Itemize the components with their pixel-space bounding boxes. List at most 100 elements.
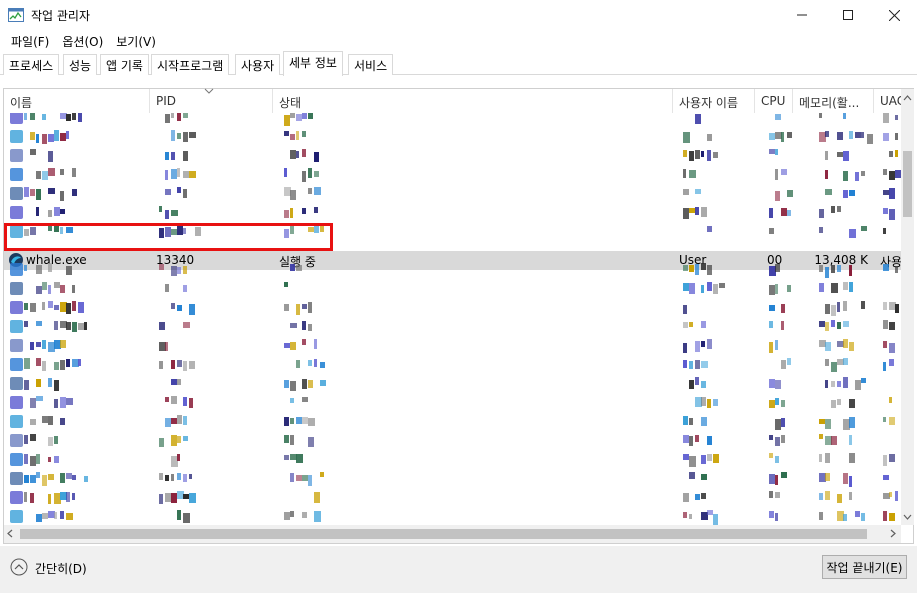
redacted-pixels [889, 151, 893, 157]
process-icon [10, 377, 23, 390]
redacted-pixels [889, 513, 895, 521]
redacted-pixels [183, 113, 188, 118]
redacted-pixels [183, 285, 187, 292]
tab-performance[interactable]: 성능 [63, 54, 98, 75]
table-row[interactable] [4, 260, 901, 279]
redacted-pixels [42, 361, 46, 371]
redacted-pixels [701, 397, 706, 406]
redacted-pixels [66, 398, 73, 405]
redacted-pixels [701, 263, 706, 270]
table-row[interactable] [4, 374, 901, 393]
column-uac[interactable]: UAC [874, 89, 901, 113]
maximize-button[interactable] [825, 0, 871, 30]
process-icon [10, 510, 23, 523]
table-row[interactable] [4, 469, 901, 488]
table-row[interactable] [4, 279, 901, 298]
table-row[interactable] [4, 355, 901, 374]
close-button[interactable] [871, 0, 917, 30]
redacted-pixels [302, 397, 308, 402]
column-username[interactable]: 사용자 이름 [673, 89, 755, 113]
redacted-pixels [171, 396, 177, 404]
tab-users[interactable]: 사용자 [235, 54, 281, 75]
redacted-pixels [48, 474, 54, 480]
redacted-pixels [707, 454, 712, 461]
redacted-pixels [849, 417, 855, 428]
redacted-pixels [843, 473, 848, 484]
redacted-pixels [831, 381, 835, 387]
tab-details[interactable]: 세부 정보 [283, 51, 343, 76]
menu-view[interactable]: 보기(V) [111, 33, 161, 50]
vertical-scrollbar[interactable] [901, 89, 914, 525]
tab-processes[interactable]: 프로세스 [3, 54, 60, 75]
redacted-pixels [159, 206, 162, 212]
table-row[interactable] [4, 146, 901, 165]
redacted-pixels [42, 340, 46, 349]
column-cpu[interactable]: CPU [755, 89, 793, 113]
redacted-pixels [60, 169, 64, 175]
tab-services[interactable]: 서비스 [348, 54, 394, 75]
tab-app-history[interactable]: 앱 기록 [100, 54, 149, 75]
collapse-up-icon[interactable] [10, 558, 28, 576]
redacted-pixels [849, 190, 855, 196]
redacted-pixels [54, 321, 58, 330]
redacted-pixels [290, 511, 294, 517]
redacted-pixels [769, 228, 774, 234]
redacted-pixels [30, 303, 36, 312]
column-memory[interactable]: 메모리(활... [793, 89, 874, 113]
table-row[interactable] [4, 317, 901, 336]
table-row[interactable] [4, 450, 901, 469]
redacted-pixels [689, 151, 694, 161]
redacted-pixels [171, 360, 175, 369]
redacted-pixels [861, 171, 865, 176]
redacted-pixels [72, 168, 76, 177]
redacted-pixels [819, 209, 824, 218]
minimize-button[interactable] [779, 0, 825, 30]
fewer-details-link[interactable]: 간단히(D) [35, 560, 87, 577]
table-row[interactable] [4, 298, 901, 317]
redacted-pixels [48, 301, 53, 308]
redacted-pixels [314, 359, 317, 367]
redacted-pixels [296, 151, 299, 158]
table-row[interactable] [4, 488, 901, 507]
redacted-pixels [843, 171, 848, 181]
table-row[interactable] [4, 203, 901, 222]
table-row[interactable] [4, 412, 901, 431]
table-row[interactable] [4, 184, 901, 203]
table-row[interactable] [4, 336, 901, 355]
redacted-pixels [701, 341, 705, 347]
bottom-bar: 간단히(D) 작업 끝내기(E) [0, 546, 917, 593]
vertical-scroll-thumb[interactable] [903, 151, 912, 217]
menu-file[interactable]: 파일(F) [6, 33, 54, 50]
scroll-down-icon[interactable] [903, 514, 912, 520]
table-row[interactable] [4, 113, 901, 127]
column-status[interactable]: 상태 [273, 89, 673, 113]
redacted-pixels [889, 492, 892, 497]
table-row[interactable] [4, 393, 901, 412]
redacted-pixels [775, 284, 778, 294]
menu-options[interactable]: 옵션(O) [57, 33, 108, 50]
end-task-button[interactable]: 작업 끝내기(E) [822, 555, 907, 579]
scroll-right-icon[interactable] [890, 529, 896, 538]
horizontal-scroll-thumb[interactable] [20, 529, 867, 539]
redacted-pixels [837, 265, 841, 272]
redacted-pixels [72, 285, 75, 293]
tab-startup[interactable]: 시작프로그램 [151, 54, 230, 75]
table-row[interactable] [4, 127, 901, 146]
table-row[interactable] [4, 507, 901, 525]
column-name[interactable]: 이름 [4, 89, 150, 113]
redacted-pixels [60, 418, 65, 425]
redacted-pixels [819, 113, 822, 118]
redacted-pixels [769, 305, 775, 311]
table-row[interactable] [4, 165, 901, 184]
redacted-pixels [849, 453, 855, 463]
horizontal-scrollbar[interactable] [4, 525, 901, 543]
process-icon [10, 187, 23, 200]
redacted-pixels [48, 416, 53, 425]
redacted-pixels [36, 454, 40, 464]
table-row[interactable] [4, 431, 901, 450]
redacted-pixels [320, 472, 324, 477]
redacted-pixels [159, 264, 164, 270]
scroll-up-icon[interactable] [903, 95, 912, 101]
redacted-pixels [177, 305, 182, 311]
scroll-left-icon[interactable] [7, 529, 13, 538]
